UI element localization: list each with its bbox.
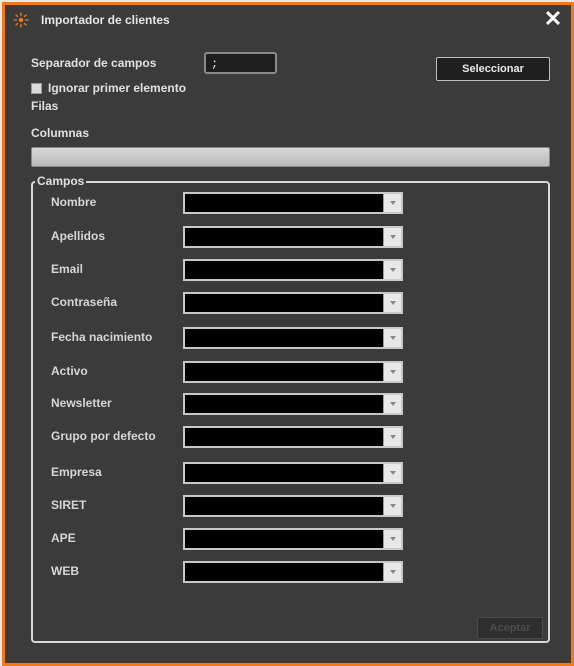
- window-title: Importador de clientes: [41, 13, 170, 27]
- chevron-down-icon: [383, 530, 401, 548]
- chevron-down-icon: [383, 563, 401, 581]
- field-label: Grupo por defecto: [51, 429, 156, 443]
- separator-label: Separador de campos: [31, 56, 157, 70]
- columns-progress-bar: [31, 147, 550, 167]
- field-select-web[interactable]: [183, 561, 403, 583]
- chevron-down-icon: [383, 261, 401, 279]
- field-select-nombre[interactable]: [183, 192, 403, 214]
- fields-group-legend: Campos: [35, 174, 87, 188]
- close-icon[interactable]: ✕: [543, 8, 563, 30]
- field-select-empresa[interactable]: [183, 462, 403, 484]
- field-select-apellidos[interactable]: [183, 226, 403, 248]
- title-bar[interactable]: Importador de clientes ✕: [5, 5, 571, 35]
- rows-label: Filas: [31, 99, 59, 113]
- chevron-down-icon: [383, 428, 401, 446]
- chevron-down-icon: [383, 395, 401, 413]
- field-label: Fecha nacimiento: [51, 330, 153, 344]
- chevron-down-icon: [383, 464, 401, 482]
- columns-label: Columnas: [31, 126, 90, 140]
- chevron-down-icon: [383, 294, 401, 312]
- field-select-contrasena[interactable]: [183, 292, 403, 314]
- field-select-siret[interactable]: [183, 495, 403, 517]
- app-icon: [13, 12, 29, 28]
- field-label: SIRET: [51, 498, 87, 512]
- field-label: Empresa: [51, 465, 102, 479]
- field-select-fecha-nacimiento[interactable]: [183, 327, 403, 349]
- field-select-email[interactable]: [183, 259, 403, 281]
- select-file-button[interactable]: Seleccionar: [436, 57, 550, 81]
- chevron-down-icon: [383, 228, 401, 246]
- field-label: Contraseña: [51, 295, 118, 309]
- ignore-first-label: Ignorar primer elemento: [48, 81, 187, 95]
- field-select-newsletter[interactable]: [183, 393, 403, 415]
- field-label: Newsletter: [51, 396, 112, 410]
- field-label: Apellidos: [51, 229, 106, 243]
- separator-input[interactable]: ;: [204, 52, 277, 74]
- field-label: Activo: [51, 364, 88, 378]
- importer-window: Importador de clientes ✕ Separador de ca…: [2, 2, 574, 666]
- field-select-activo[interactable]: [183, 361, 403, 383]
- field-label: Email: [51, 262, 84, 276]
- field-select-grupo-por-defecto[interactable]: [183, 426, 403, 448]
- field-select-ape[interactable]: [183, 528, 403, 550]
- field-label: APE: [51, 531, 76, 545]
- field-label: WEB: [51, 564, 79, 578]
- field-label: Nombre: [51, 195, 97, 209]
- chevron-down-icon: [383, 329, 401, 347]
- chevron-down-icon: [383, 363, 401, 381]
- chevron-down-icon: [383, 194, 401, 212]
- chevron-down-icon: [383, 497, 401, 515]
- ignore-first-checkbox[interactable]: [31, 83, 42, 94]
- accept-button[interactable]: Aceptar: [477, 617, 543, 639]
